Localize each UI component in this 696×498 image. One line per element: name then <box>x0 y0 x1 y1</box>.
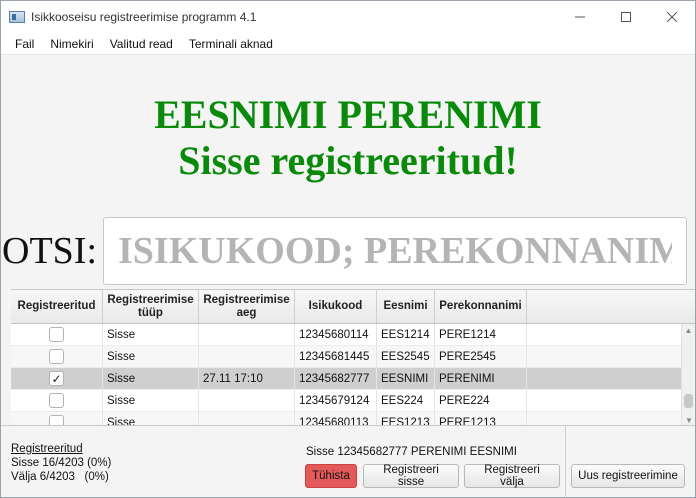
close-button[interactable] <box>649 1 695 33</box>
scroll-down-arrow-icon[interactable]: ▼ <box>682 414 695 425</box>
register-in-button[interactable]: Registreeri sisse <box>363 464 459 488</box>
register-out-button[interactable]: Registreeri välja <box>464 464 560 488</box>
column-header-last-name[interactable]: Perekonnanimi <box>435 290 527 323</box>
column-header-id-code[interactable]: Isikukood <box>295 290 377 323</box>
cell-id-code: 12345681445 <box>295 346 377 367</box>
last-action-text: Sisse 12345682777 PERENIMI EESNIMI <box>306 446 517 458</box>
table-row[interactable]: Sisse 12345680113 EES1213 PERE1213 <box>11 412 695 425</box>
search-row: OTSI: <box>1 215 695 287</box>
status-separator <box>565 426 566 498</box>
status-bar: Registreeritud Sisse 16/4203 (0%) Välja … <box>1 425 695 498</box>
scrollbar-thumb[interactable] <box>684 394 693 408</box>
registered-checkbox[interactable]: ✓ <box>49 371 64 386</box>
cell-type: Sisse <box>103 368 199 389</box>
minimize-icon <box>575 16 585 18</box>
table-header: Registreeritud Registreerimise tüüp Regi… <box>11 290 695 324</box>
column-header-time[interactable]: Registreerimise aeg <box>199 290 295 323</box>
cell-type: Sisse <box>103 412 199 425</box>
cell-last-name: PERENIMI <box>435 368 527 389</box>
menu-list[interactable]: Nimekiri <box>42 37 101 51</box>
search-input[interactable] <box>103 217 687 285</box>
stats-in-count: Sisse 16/4203 (0%) <box>11 457 112 469</box>
table-row[interactable]: Sisse 12345680114 EES1214 PERE1214 <box>11 324 695 346</box>
app-window: Isikkooseisu registreerimise programm 4.… <box>0 0 696 498</box>
cell-first-name: EES224 <box>377 390 435 411</box>
menu-selected-rows[interactable]: Valitud read <box>102 37 181 51</box>
menu-file[interactable]: Fail <box>7 37 42 51</box>
registration-stats: Registreeritud Sisse 16/4203 (0%) Välja … <box>11 442 111 484</box>
cell-time <box>199 412 295 425</box>
maximize-icon <box>621 12 631 22</box>
registered-checkbox[interactable] <box>49 349 64 364</box>
registration-banner: EESNIMI PERENIMI Sisse registreeritud! <box>1 55 695 215</box>
table-row[interactable]: Sisse 12345679124 EES224 PERE224 <box>11 390 695 412</box>
title-bar: Isikkooseisu registreerimise programm 4.… <box>1 1 695 33</box>
banner-status-message: Sisse registreeritud! <box>178 138 518 183</box>
cell-last-name: PERE1213 <box>435 412 527 425</box>
cell-last-name: PERE1214 <box>435 324 527 345</box>
window-title: Isikkooseisu registreerimise programm 4.… <box>31 10 257 24</box>
cell-type: Sisse <box>103 346 199 367</box>
cell-first-name: EES2545 <box>377 346 435 367</box>
cancel-button[interactable]: Tühista <box>305 464 357 488</box>
column-header-filler <box>527 290 695 323</box>
cell-first-name: EES1214 <box>377 324 435 345</box>
column-header-first-name[interactable]: Eesnimi <box>377 290 435 323</box>
table-vertical-scrollbar[interactable]: ▲ ▼ <box>681 324 695 425</box>
column-header-registered[interactable]: Registreeritud <box>11 290 103 323</box>
cell-time <box>199 390 295 411</box>
minimize-button[interactable] <box>557 1 603 33</box>
cell-time: 27.11 17:10 <box>199 368 295 389</box>
maximize-button[interactable] <box>603 1 649 33</box>
registered-checkbox[interactable] <box>49 415 64 425</box>
cell-id-code: 12345680113 <box>295 412 377 425</box>
cell-id-code: 12345679124 <box>295 390 377 411</box>
cell-last-name: PERE2545 <box>435 346 527 367</box>
new-registration-button[interactable]: Uus registreerimine <box>571 464 685 488</box>
menu-terminal-windows[interactable]: Terminali aknad <box>181 37 281 51</box>
cell-type: Sisse <box>103 324 199 345</box>
cell-time <box>199 324 295 345</box>
cell-time <box>199 346 295 367</box>
cell-last-name: PERE224 <box>435 390 527 411</box>
stats-heading[interactable]: Registreeritud <box>11 442 111 456</box>
cell-first-name: EES1213 <box>377 412 435 425</box>
stats-out-count: Välja 6/4203 (0%) <box>11 471 109 483</box>
banner-person-name: EESNIMI PERENIMI <box>154 92 542 137</box>
registered-checkbox[interactable] <box>49 327 64 342</box>
table-row-selected[interactable]: ✓ Sisse 27.11 17:10 12345682777 EESNIMI … <box>11 368 695 390</box>
registrations-table: Registreeritud Registreerimise tüüp Regi… <box>11 289 695 425</box>
app-icon <box>9 11 25 23</box>
column-header-type[interactable]: Registreerimise tüüp <box>103 290 199 323</box>
scroll-up-arrow-icon[interactable]: ▲ <box>682 324 695 336</box>
cell-id-code: 12345682777 <box>295 368 377 389</box>
cell-first-name: EESNIMI <box>377 368 435 389</box>
cell-type: Sisse <box>103 390 199 411</box>
menu-bar: Fail Nimekiri Valitud read Terminali akn… <box>1 33 695 55</box>
table-row[interactable]: Sisse 12345681445 EES2545 PERE2545 <box>11 346 695 368</box>
close-icon <box>667 12 677 22</box>
cell-id-code: 12345680114 <box>295 324 377 345</box>
table-body: Sisse 12345680114 EES1214 PERE1214 Sisse… <box>11 324 695 425</box>
search-label: OTSI: <box>2 230 97 272</box>
registered-checkbox[interactable] <box>49 393 64 408</box>
